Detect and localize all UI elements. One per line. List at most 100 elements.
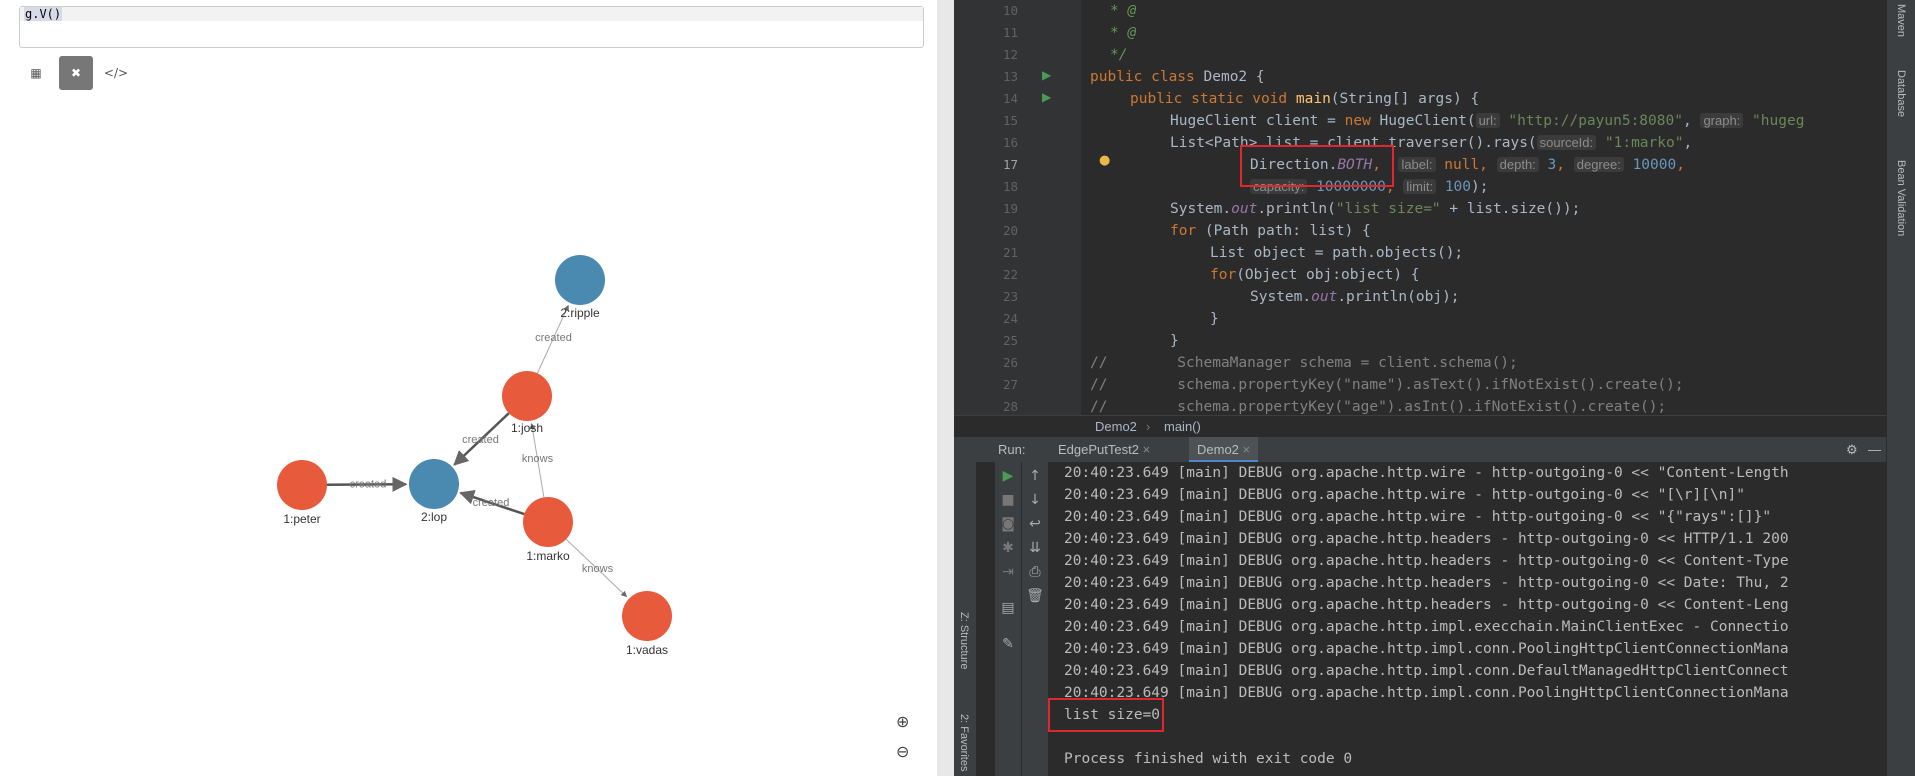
query-text[interactable]: g.V() bbox=[24, 7, 63, 21]
zoom-in-icon[interactable]: ⊕ bbox=[896, 712, 909, 731]
console-line: Process finished with exit code 0 bbox=[1064, 751, 1353, 767]
code-text: + list.size()); bbox=[1440, 201, 1581, 217]
query-editor[interactable]: g.V() bbox=[19, 6, 924, 48]
graph-canvas[interactable]: created created created created knows knows 2… bbox=[0, 95, 937, 776]
console-line: 20:40:23.649 [main] DEBUG org.apache.htt… bbox=[1064, 553, 1789, 569]
param-hint: url: bbox=[1475, 113, 1500, 128]
param-hint: sourceId: bbox=[1536, 135, 1597, 150]
graph-node-ripple[interactable] bbox=[555, 255, 605, 305]
camera-icon[interactable]: ◙ bbox=[995, 516, 1021, 532]
code-comment: // schema.propertyKey("name").asText().i… bbox=[1090, 377, 1684, 393]
run-gutter-icon[interactable]: ▶ bbox=[1042, 68, 1051, 82]
code-number: 3 bbox=[1547, 157, 1557, 173]
ide-window: 10 11 12 13 14 15 16 17 18 19 20 21 22 23 24 25 26 27 28 ▶… bbox=[954, 0, 1915, 776]
highlight-box-direction bbox=[1240, 145, 1394, 187]
console-line: 20:40:23.649 [main] DEBUG org.apache.htt… bbox=[1064, 641, 1789, 657]
view-toolbar: ▦ ✖ </> bbox=[19, 56, 133, 90]
settings-icon[interactable]: ⚙ bbox=[1846, 437, 1858, 462]
structure-tool[interactable]: Z: Structure bbox=[958, 612, 970, 669]
tab-demo2[interactable]: Demo2 × bbox=[1189, 437, 1259, 462]
maven-tool[interactable]: Maven bbox=[1895, 4, 1907, 37]
rerun-icon[interactable]: ▶ bbox=[995, 468, 1021, 484]
code-string: "http://payun5:8080" bbox=[1508, 113, 1683, 129]
database-tool[interactable]: Database bbox=[1895, 70, 1907, 117]
highlight-box-list-size bbox=[1048, 698, 1164, 732]
code-text: System. bbox=[1170, 201, 1232, 217]
minimize-icon[interactable]: — bbox=[1868, 437, 1881, 462]
graph-view-button[interactable]: ✖ bbox=[59, 56, 93, 90]
param-hint: limit: bbox=[1403, 179, 1437, 194]
stop-icon[interactable]: ■ bbox=[995, 492, 1021, 508]
down-arrow-icon[interactable]: ↓ bbox=[1022, 492, 1048, 508]
line-number: 10 bbox=[1002, 3, 1018, 18]
up-arrow-icon[interactable]: ↑ bbox=[1022, 468, 1048, 484]
line-number: 15 bbox=[1002, 113, 1018, 128]
code-icon: </> bbox=[103, 66, 129, 80]
line-number: 12 bbox=[1002, 47, 1018, 62]
tab-label: EdgePutTest2 bbox=[1058, 442, 1139, 457]
code-text: HugeClient( bbox=[1379, 113, 1476, 129]
run-actions-left: ▶ ■ ◙ ✱ ⇥ ▤ ✎ bbox=[995, 462, 1021, 776]
console-line: 20:40:23.649 [main] DEBUG org.apache.htt… bbox=[1064, 619, 1789, 635]
graph-node-label: 2:ripple bbox=[560, 306, 600, 320]
code-modifiers: public static void bbox=[1130, 91, 1296, 107]
code-text: (Object obj:object) { bbox=[1236, 267, 1420, 283]
code-class-name: Demo2 { bbox=[1203, 69, 1265, 85]
code-null: null bbox=[1444, 157, 1480, 173]
graph-query-panel: g.V() ▦ ✖ </> created created created creat… bbox=[0, 0, 938, 776]
graph-edge-label: knows bbox=[522, 453, 554, 465]
console-line: 20:40:23.649 [main] DEBUG org.apache.htt… bbox=[1064, 575, 1789, 591]
favorites-tool[interactable]: 2: Favorites bbox=[958, 714, 970, 771]
graph-node-josh[interactable] bbox=[502, 371, 552, 421]
window-divider bbox=[937, 0, 954, 776]
code-out: out bbox=[1231, 201, 1258, 217]
graph-edge-label: created bbox=[350, 479, 387, 491]
line-number: 25 bbox=[1002, 333, 1018, 348]
trash-icon[interactable]: 🗑 bbox=[1022, 588, 1048, 604]
console-line: 20:40:23.649 [main] DEBUG org.apache.htt… bbox=[1064, 685, 1789, 701]
exit-icon[interactable]: ⇥ bbox=[995, 564, 1021, 580]
scroll-to-end-icon[interactable]: ⇊ bbox=[1022, 540, 1048, 556]
graph-node-label: 1:peter bbox=[283, 512, 320, 526]
code-number: 100 bbox=[1444, 179, 1472, 195]
bean-validation-tool[interactable]: Bean Validation bbox=[1895, 160, 1907, 236]
tab-edgeputtest2[interactable]: EdgePutTest2 × bbox=[1050, 437, 1158, 462]
console-output[interactable]: 20:40:23.649 [main] DEBUG org.apache.htt… bbox=[1050, 462, 1886, 776]
code-number: 10000 bbox=[1632, 157, 1677, 173]
graph-node-marko[interactable] bbox=[523, 497, 573, 547]
json-view-button[interactable]: </> bbox=[99, 56, 133, 90]
code-new: new bbox=[1344, 113, 1380, 129]
graph-node-peter[interactable] bbox=[277, 460, 327, 510]
graph-node-label: 1:josh bbox=[511, 421, 543, 435]
code-text: (Path path: list) { bbox=[1204, 223, 1371, 239]
breadcrumb-class[interactable]: Demo2 bbox=[1095, 416, 1137, 438]
line-number: 20 bbox=[1002, 223, 1018, 238]
graph-node-label: 2:lop bbox=[421, 510, 447, 524]
graph-node-vadas[interactable] bbox=[622, 591, 672, 641]
code-string: "1:marko" bbox=[1604, 135, 1684, 151]
editor-gutter: 10 11 12 13 14 15 16 17 18 19 20 21 22 23 24 25 26 27 28 ▶… bbox=[954, 0, 1110, 415]
pin-icon[interactable]: ✎ bbox=[995, 636, 1021, 652]
line-number: 18 bbox=[1002, 179, 1018, 194]
graph-edge-label: created bbox=[535, 332, 572, 344]
param-hint: degree: bbox=[1573, 157, 1624, 172]
line-number: 13 bbox=[1002, 69, 1018, 84]
table-view-button[interactable]: ▦ bbox=[19, 56, 53, 90]
soft-wrap-icon[interactable]: ↩ bbox=[1022, 516, 1048, 532]
line-number: 24 bbox=[1002, 311, 1018, 326]
code-args: (String[] args) { bbox=[1330, 91, 1480, 107]
line-number: 26 bbox=[1002, 355, 1018, 370]
breadcrumb: Demo2 › main() bbox=[954, 415, 1886, 438]
line-number: 27 bbox=[1002, 377, 1018, 392]
code-comment: // SchemaManager schema = client.schema(… bbox=[1090, 355, 1518, 371]
code-editor[interactable]: * @ * @ */ public class Demo2 { public s… bbox=[1090, 0, 1886, 415]
zoom-out-icon[interactable]: ⊖ bbox=[896, 742, 909, 761]
graph-node-lop[interactable] bbox=[409, 459, 459, 509]
code-text: List object = path.objects(); bbox=[1210, 245, 1464, 261]
breadcrumb-method[interactable]: main() bbox=[1164, 416, 1201, 438]
run-gutter-icon[interactable]: ▶ bbox=[1042, 90, 1051, 104]
graph-node-label: 1:vadas bbox=[626, 643, 668, 657]
bug-icon[interactable]: ✱ bbox=[995, 540, 1021, 556]
layout-icon[interactable]: ▤ bbox=[995, 600, 1021, 616]
print-icon[interactable]: ⎙ bbox=[1022, 564, 1048, 580]
